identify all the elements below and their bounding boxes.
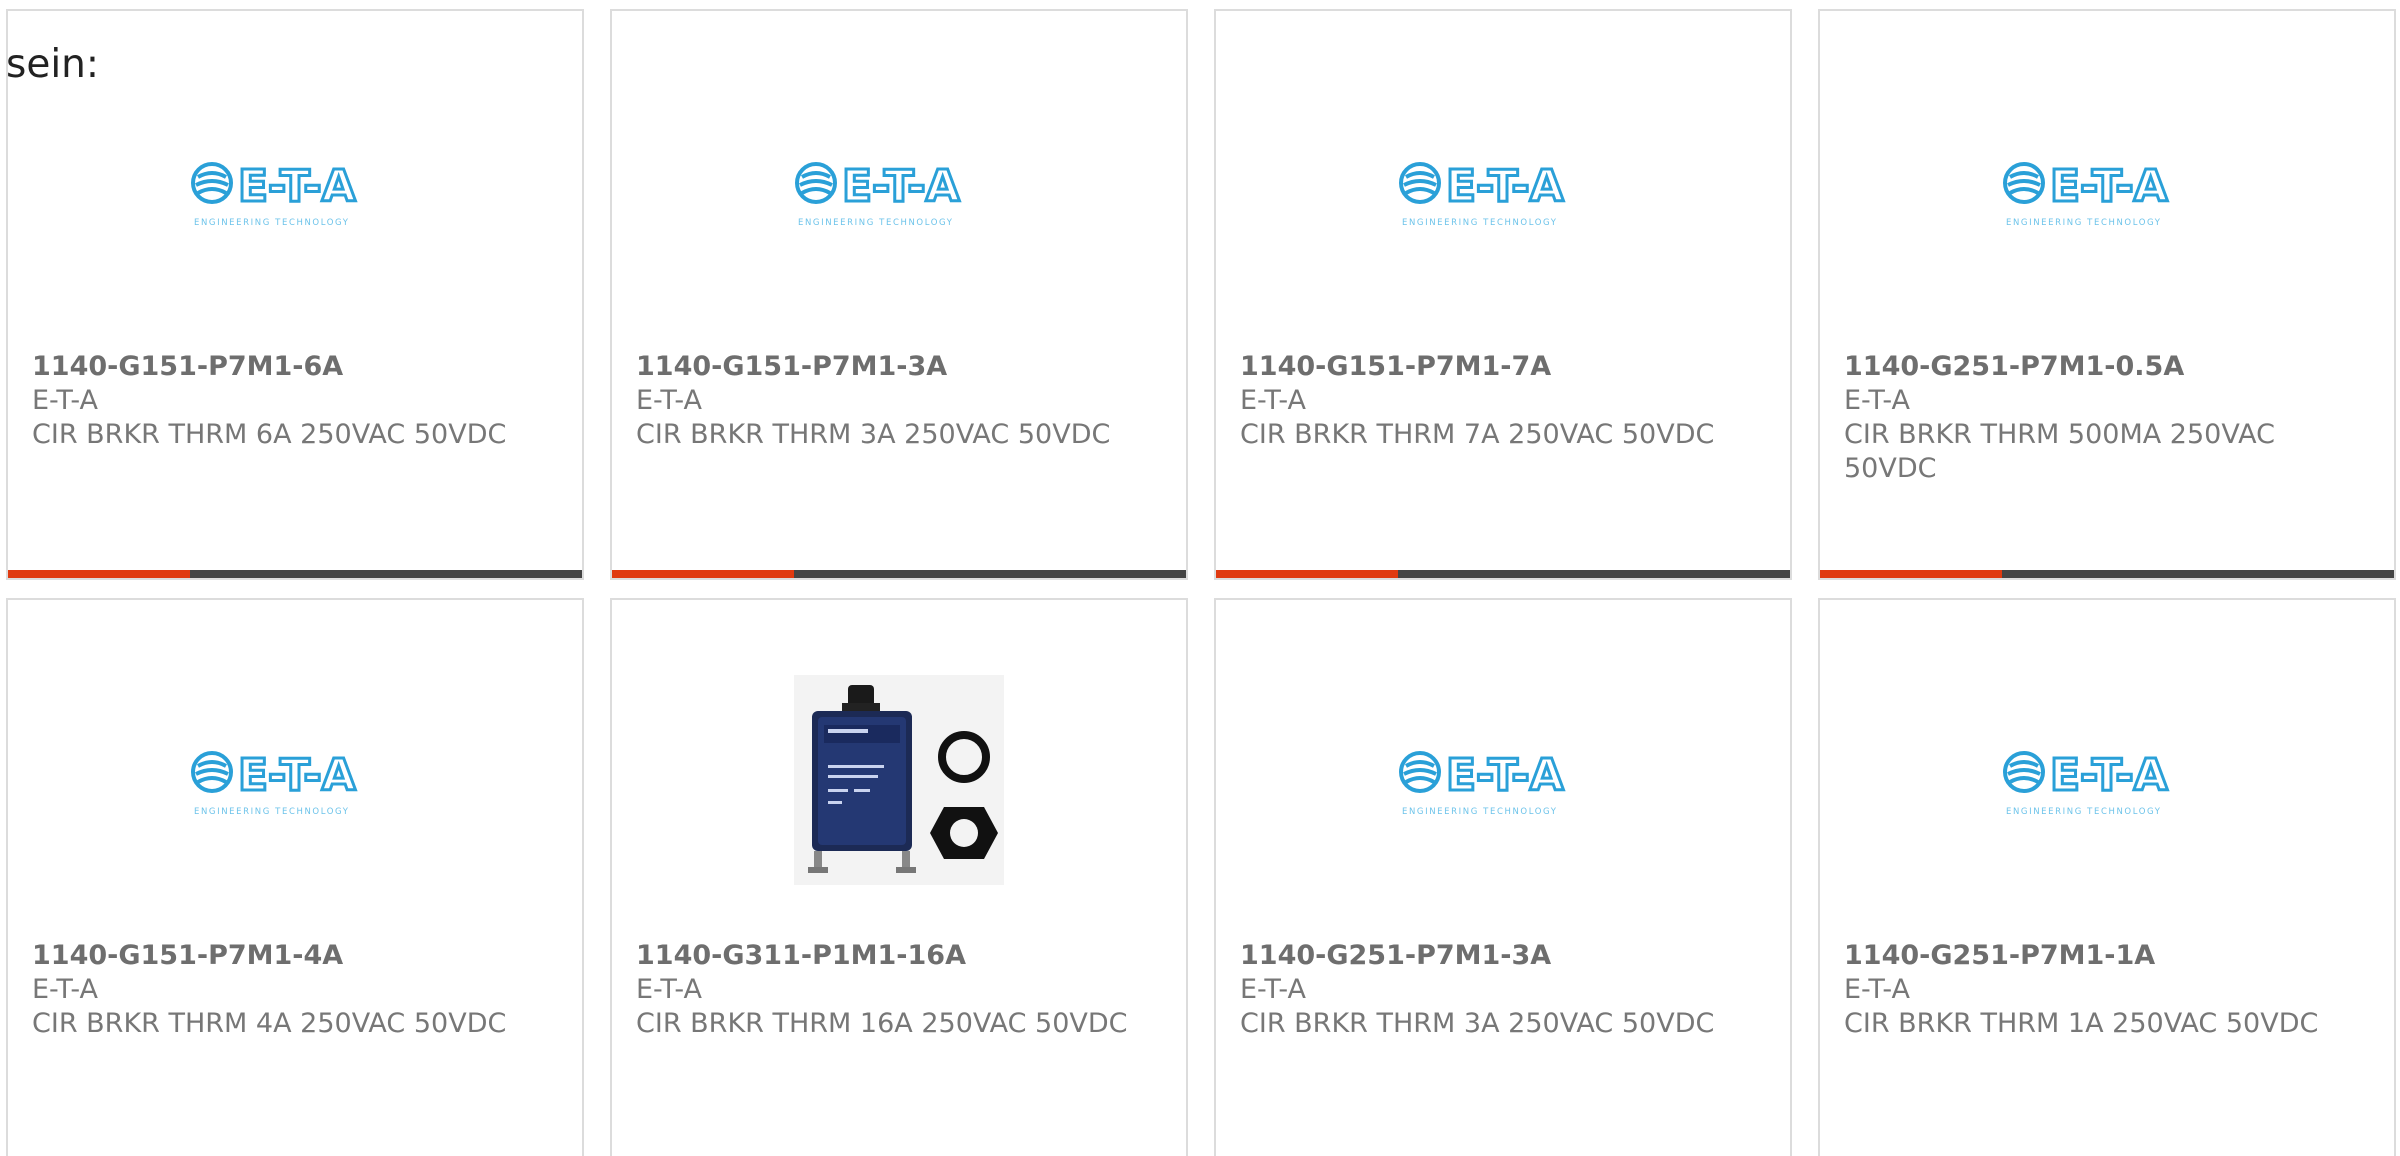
- eta-logo-icon: E-T-A ENGINEERING TECHNOLOGY: [191, 160, 357, 228]
- product-image[interactable]: E-T-A ENGINEERING TECHNOLOGY: [612, 71, 1186, 311]
- eta-logo-icon: E-T-A ENGINEERING TECHNOLOGY: [2003, 160, 2169, 228]
- part-number-link[interactable]: 1140-G151-P7M1-3A: [636, 350, 1166, 384]
- product-image[interactable]: [612, 660, 1186, 900]
- intro-text: sein:: [6, 42, 100, 87]
- description: CIR BRKR THRM 4A 250VAC 50VDC: [32, 1008, 507, 1039]
- svg-text:ENGINEERING TECHNOLOGY: ENGINEERING TECHNOLOGY: [798, 218, 954, 228]
- svg-text:ENGINEERING TECHNOLOGY: ENGINEERING TECHNOLOGY: [194, 807, 350, 817]
- description: CIR BRKR THRM 500MA 250VAC 50VDC: [1844, 419, 2275, 484]
- product-image[interactable]: E-T-A ENGINEERING TECHNOLOGY: [1216, 71, 1790, 311]
- product-card[interactable]: E-T-A ENGINEERING TECHNOLOGY 1140-G251-P…: [1818, 9, 2396, 580]
- progress-bar-accent: [612, 570, 794, 578]
- product-image[interactable]: E-T-A ENGINEERING TECHNOLOGY: [8, 71, 582, 311]
- part-number-link[interactable]: 1140-G251-P7M1-0.5A: [1844, 350, 2374, 384]
- svg-text:E-T-A: E-T-A: [238, 750, 356, 801]
- svg-text:ENGINEERING TECHNOLOGY: ENGINEERING TECHNOLOGY: [2006, 807, 2162, 817]
- product-grid-page: sein: E-T-A ENGINEERING TECHNOLOGY 1140-…: [0, 0, 2400, 1156]
- part-number-link[interactable]: 1140-G251-P7M1-1A: [1844, 939, 2374, 973]
- description: CIR BRKR THRM 16A 250VAC 50VDC: [636, 1008, 1128, 1039]
- svg-text:E-T-A: E-T-A: [1446, 750, 1564, 801]
- circuit-breaker-icon: [794, 675, 1004, 885]
- progress-bar-accent: [1820, 570, 2002, 578]
- product-info: 1140-G151-P7M1-7A E-T-A CIR BRKR THRM 7A…: [1240, 350, 1770, 452]
- manufacturer: E-T-A: [32, 974, 98, 1005]
- product-card[interactable]: E-T-A ENGINEERING TECHNOLOGY 1140-G251-P…: [1818, 598, 2396, 1156]
- description: CIR BRKR THRM 1A 250VAC 50VDC: [1844, 1008, 2319, 1039]
- eta-logo-icon: E-T-A ENGINEERING TECHNOLOGY: [795, 160, 961, 228]
- product-info: 1140-G151-P7M1-6A E-T-A CIR BRKR THRM 6A…: [32, 350, 562, 452]
- progress-bar: [8, 570, 582, 578]
- eta-logo-icon: E-T-A ENGINEERING TECHNOLOGY: [1399, 749, 1565, 817]
- product-image[interactable]: E-T-A ENGINEERING TECHNOLOGY: [1820, 660, 2394, 900]
- product-image[interactable]: E-T-A ENGINEERING TECHNOLOGY: [1820, 71, 2394, 311]
- product-info: 1140-G151-P7M1-3A E-T-A CIR BRKR THRM 3A…: [636, 350, 1166, 452]
- description: CIR BRKR THRM 3A 250VAC 50VDC: [636, 419, 1111, 450]
- svg-text:ENGINEERING TECHNOLOGY: ENGINEERING TECHNOLOGY: [1402, 807, 1558, 817]
- progress-bar: [1216, 570, 1790, 578]
- product-card[interactable]: E-T-A ENGINEERING TECHNOLOGY 1140-G151-P…: [610, 9, 1188, 580]
- eta-logo-icon: E-T-A ENGINEERING TECHNOLOGY: [191, 749, 357, 817]
- manufacturer: E-T-A: [636, 385, 702, 416]
- part-number-link[interactable]: 1140-G311-P1M1-16A: [636, 939, 1166, 973]
- part-number-link[interactable]: 1140-G151-P7M1-4A: [32, 939, 562, 973]
- svg-text:ENGINEERING TECHNOLOGY: ENGINEERING TECHNOLOGY: [194, 218, 350, 228]
- part-number-link[interactable]: 1140-G151-P7M1-6A: [32, 350, 562, 384]
- manufacturer: E-T-A: [1240, 974, 1306, 1005]
- manufacturer: E-T-A: [1844, 974, 1910, 1005]
- product-info: 1140-G151-P7M1-4A E-T-A CIR BRKR THRM 4A…: [32, 939, 562, 1041]
- progress-bar-accent: [8, 570, 190, 578]
- svg-text:E-T-A: E-T-A: [1446, 161, 1564, 212]
- svg-text:ENGINEERING TECHNOLOGY: ENGINEERING TECHNOLOGY: [2006, 218, 2162, 228]
- svg-text:E-T-A: E-T-A: [238, 161, 356, 212]
- svg-text:ENGINEERING TECHNOLOGY: ENGINEERING TECHNOLOGY: [1402, 218, 1558, 228]
- product-image[interactable]: E-T-A ENGINEERING TECHNOLOGY: [1216, 660, 1790, 900]
- eta-logo-icon: E-T-A ENGINEERING TECHNOLOGY: [2003, 749, 2169, 817]
- eta-logo-icon: E-T-A ENGINEERING TECHNOLOGY: [1399, 160, 1565, 228]
- manufacturer: E-T-A: [636, 974, 702, 1005]
- product-card[interactable]: 1140-G311-P1M1-16A E-T-A CIR BRKR THRM 1…: [610, 598, 1188, 1156]
- description: CIR BRKR THRM 6A 250VAC 50VDC: [32, 419, 507, 450]
- manufacturer: E-T-A: [1844, 385, 1910, 416]
- product-image[interactable]: E-T-A ENGINEERING TECHNOLOGY: [8, 660, 582, 900]
- svg-text:E-T-A: E-T-A: [842, 161, 960, 212]
- part-number-link[interactable]: 1140-G151-P7M1-7A: [1240, 350, 1770, 384]
- product-card[interactable]: E-T-A ENGINEERING TECHNOLOGY 1140-G251-P…: [1214, 598, 1792, 1156]
- description: CIR BRKR THRM 3A 250VAC 50VDC: [1240, 1008, 1715, 1039]
- product-info: 1140-G251-P7M1-3A E-T-A CIR BRKR THRM 3A…: [1240, 939, 1770, 1041]
- product-card[interactable]: E-T-A ENGINEERING TECHNOLOGY 1140-G151-P…: [6, 9, 584, 580]
- product-info: 1140-G311-P1M1-16A E-T-A CIR BRKR THRM 1…: [636, 939, 1166, 1041]
- progress-bar: [612, 570, 1186, 578]
- svg-text:E-T-A: E-T-A: [2050, 161, 2168, 212]
- description: CIR BRKR THRM 7A 250VAC 50VDC: [1240, 419, 1715, 450]
- manufacturer: E-T-A: [1240, 385, 1306, 416]
- product-info: 1140-G251-P7M1-0.5A E-T-A CIR BRKR THRM …: [1844, 350, 2374, 486]
- manufacturer: E-T-A: [32, 385, 98, 416]
- svg-text:E-T-A: E-T-A: [2050, 750, 2168, 801]
- product-info: 1140-G251-P7M1-1A E-T-A CIR BRKR THRM 1A…: [1844, 939, 2374, 1041]
- product-card[interactable]: E-T-A ENGINEERING TECHNOLOGY 1140-G151-P…: [6, 598, 584, 1156]
- progress-bar: [1820, 570, 2394, 578]
- progress-bar-accent: [1216, 570, 1398, 578]
- product-card[interactable]: E-T-A ENGINEERING TECHNOLOGY 1140-G151-P…: [1214, 9, 1792, 580]
- part-number-link[interactable]: 1140-G251-P7M1-3A: [1240, 939, 1770, 973]
